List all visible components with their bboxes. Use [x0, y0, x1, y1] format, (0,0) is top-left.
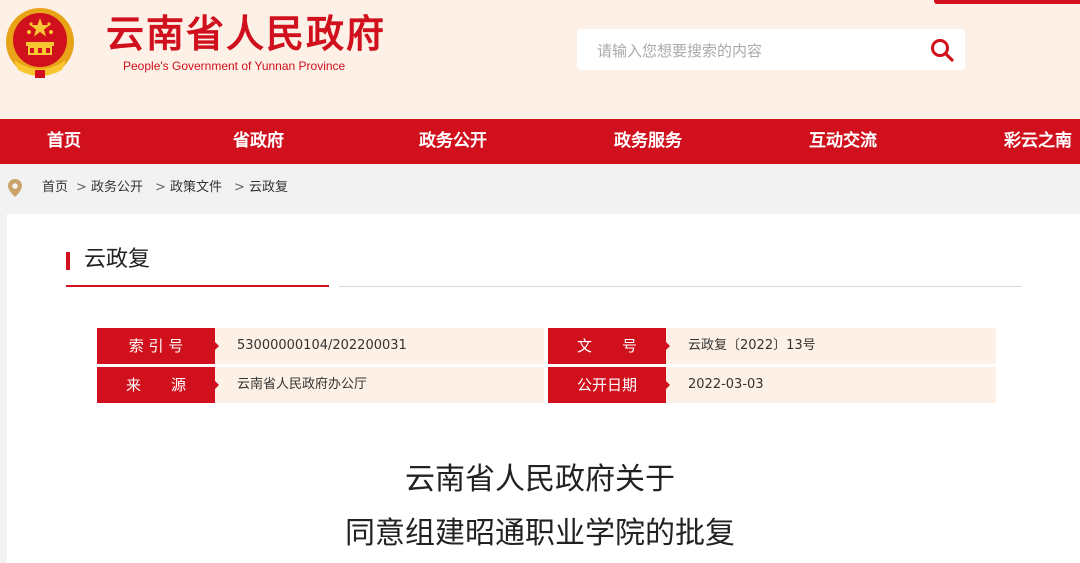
meta-label-source: 来 源 [97, 367, 215, 403]
meta-label-docno: 文 号 [548, 328, 666, 364]
nav-item-gov-affairs-disclosure[interactable]: 政务公开 [419, 119, 487, 164]
breadcrumb-current[interactable]: 云政复 [249, 179, 288, 197]
breadcrumb-gov-affairs[interactable]: 政务公开 [91, 179, 143, 197]
breadcrumb-separator: > [155, 180, 166, 195]
meta-label-index: 索 引 号 [97, 328, 215, 364]
meta-row-docno: 文 号 云政复〔2022〕13号 [548, 328, 996, 364]
meta-arrow [215, 381, 219, 389]
breadcrumb-separator: > [76, 180, 87, 195]
main-nav: 首页 省政府 政务公开 政务服务 互动交流 彩云之南 [0, 119, 1080, 164]
breadcrumb-separator: > [234, 180, 245, 195]
breadcrumb-policy-docs[interactable]: 政策文件 [170, 179, 222, 197]
nav-item-colorful-yunnan[interactable]: 彩云之南 [1004, 119, 1072, 164]
section-title: 云政复 [84, 247, 151, 272]
top-accent-bar [934, 0, 1080, 4]
document-title-line1: 云南省人民政府关于 [405, 462, 675, 497]
search-input[interactable] [595, 29, 919, 72]
location-pin-icon [8, 179, 22, 197]
meta-arrow [666, 342, 670, 350]
meta-row-index: 索 引 号 53000000104/202200031 [97, 328, 544, 364]
meta-value-docno: 云政复〔2022〕13号 [688, 338, 816, 353]
site-title[interactable]: 云南省人民政府 [106, 10, 386, 58]
meta-value-index: 53000000104/202200031 [237, 338, 407, 353]
section-marker [66, 252, 70, 270]
nav-item-gov-services[interactable]: 政务服务 [614, 119, 682, 164]
search-box [577, 29, 965, 72]
meta-label-date: 公开日期 [548, 367, 666, 403]
meta-row-source: 来 源 云南省人民政府办公厅 [97, 367, 544, 403]
meta-arrow [666, 381, 670, 389]
site-header: 云南省人民政府 People's Government of Yunnan Pr… [0, 0, 1080, 119]
meta-arrow [215, 342, 219, 350]
section-divider [339, 286, 1022, 287]
meta-value-source: 云南省人民政府办公厅 [237, 377, 368, 392]
national-emblem-icon[interactable] [4, 4, 76, 80]
nav-item-interaction[interactable]: 互动交流 [809, 119, 877, 164]
section-underline-active [66, 285, 329, 287]
meta-value-date: 2022-03-03 [688, 377, 764, 392]
nav-item-home[interactable]: 首页 [47, 119, 81, 164]
site-subtitle: People's Government of Yunnan Province [123, 59, 346, 73]
search-icon[interactable] [929, 37, 955, 63]
nav-item-provincial-government[interactable]: 省政府 [233, 119, 284, 164]
meta-row-date: 公开日期 2022-03-03 [548, 367, 996, 403]
breadcrumb: 首页 > 政务公开 > 政策文件 > 云政复 [0, 164, 1080, 212]
breadcrumb-home[interactable]: 首页 [42, 179, 68, 197]
document-title-line2: 同意组建昭通职业学院的批复 [345, 516, 735, 551]
